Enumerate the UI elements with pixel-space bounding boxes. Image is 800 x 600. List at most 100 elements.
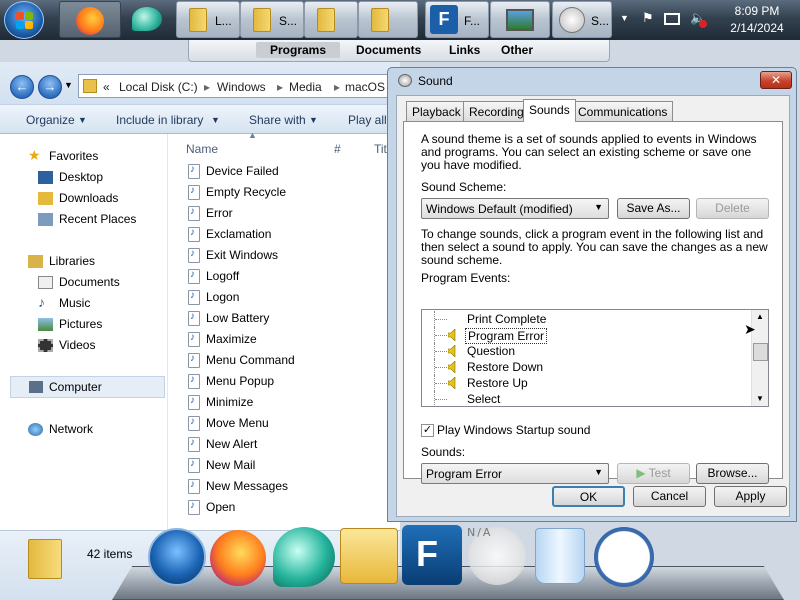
taskbar-button-explorer-3[interactable] [304, 1, 358, 38]
event-row[interactable]: Restore Up [422, 375, 752, 391]
dock-start-icon[interactable] [148, 528, 206, 586]
tab-communications[interactable]: Communications [572, 101, 674, 121]
apply-button[interactable]: Apply [714, 486, 787, 507]
nav-videos[interactable]: Videos [59, 338, 95, 352]
clock-time[interactable]: 8:09 PM [718, 4, 796, 18]
breadcrumb-macos[interactable]: macOS [345, 80, 385, 94]
sounds-select[interactable]: Program Error ▼ [421, 463, 609, 484]
tab-other[interactable]: Other [501, 43, 533, 57]
taskbar-button-explorer-2[interactable]: S... [240, 1, 304, 38]
cancel-button[interactable]: Cancel [633, 486, 706, 507]
program-events-list[interactable]: Print Complete Program Error Question Resto… [421, 309, 769, 407]
column-header-title[interactable]: Tit [374, 142, 387, 156]
test-label: Test [648, 466, 671, 480]
file-row[interactable]: Minimize [188, 392, 388, 413]
event-row[interactable]: Question [422, 343, 752, 359]
network-icon[interactable] [664, 13, 680, 25]
recent-pages-chevron-icon[interactable]: ▼ [64, 80, 73, 90]
breadcrumb-prefix[interactable]: « [103, 80, 110, 94]
startup-sound-label[interactable]: Play Windows Startup sound [437, 424, 787, 437]
test-button[interactable]: ▶ Test [617, 463, 690, 484]
back-button[interactable]: ← [10, 75, 34, 99]
include-in-library-button[interactable]: Include in library [116, 113, 203, 127]
column-header-number[interactable]: # [334, 142, 341, 156]
chevron-down-icon[interactable]: ▼ [620, 13, 634, 27]
file-row[interactable]: Menu Command [188, 350, 388, 371]
taskbar-button-filezilla[interactable]: F F... [425, 1, 489, 38]
taskbar-button-explorer-4[interactable] [358, 1, 418, 38]
nav-computer-highlight[interactable]: Computer [10, 376, 165, 398]
nav-recent-places[interactable]: Recent Places [59, 212, 136, 226]
sound-scheme-select[interactable]: Windows Default (modified) ▼ [421, 198, 609, 219]
dock-firefox-icon[interactable] [210, 530, 266, 586]
flag-icon[interactable]: ⚑ [642, 10, 656, 25]
nav-pictures[interactable]: Pictures [59, 317, 102, 331]
organize-button[interactable]: Organize [26, 113, 75, 127]
scroll-up-icon[interactable]: ▲ [756, 312, 764, 321]
breadcrumb-windows[interactable]: Windows [217, 80, 266, 94]
dock-filezilla-icon[interactable]: F [402, 525, 462, 585]
column-header-name[interactable]: Name [186, 142, 218, 156]
forward-button[interactable]: → [38, 75, 62, 99]
tab-playback[interactable]: Playback [406, 101, 467, 121]
nav-favorites[interactable]: Favorites [49, 149, 98, 163]
file-row[interactable]: Device Failed [188, 161, 388, 182]
save-as-button[interactable]: Save As... [617, 198, 690, 219]
nav-music[interactable]: Music [59, 296, 90, 310]
music-icon: ♪ [38, 294, 45, 310]
breadcrumb-media[interactable]: Media [289, 80, 322, 94]
file-row[interactable]: Logon [188, 287, 388, 308]
address-bar[interactable]: « Local Disk (C:) ▸ Windows ▸ Media ▸ ma… [78, 74, 396, 98]
file-row[interactable]: Exit Windows [188, 245, 388, 266]
tab-links[interactable]: Links [449, 43, 480, 57]
tab-recording[interactable]: Recording [463, 101, 530, 121]
nav-desktop[interactable]: Desktop [59, 170, 103, 184]
scrollbar-thumb[interactable] [753, 343, 768, 361]
nav-downloads[interactable]: Downloads [59, 191, 118, 205]
tab-documents[interactable]: Documents [356, 43, 421, 57]
dock-clock-icon[interactable] [594, 527, 654, 587]
startup-sound-checkbox[interactable]: ✓ [421, 424, 434, 437]
browse-button[interactable]: Browse... [696, 463, 769, 484]
ok-button[interactable]: OK [552, 486, 625, 507]
scroll-down-icon[interactable]: ▼ [756, 394, 764, 403]
event-row[interactable]: Restore Down [422, 359, 752, 375]
computer-icon [29, 381, 43, 393]
app-teal-icon[interactable] [132, 7, 162, 31]
tab-sounds[interactable]: Sounds [523, 99, 576, 122]
start-button[interactable] [4, 1, 44, 39]
play-all-button[interactable]: Play all [348, 113, 387, 127]
file-row[interactable]: Low Battery [188, 308, 388, 329]
close-button[interactable]: ✕ [760, 71, 792, 89]
file-row[interactable]: New Alert [188, 434, 388, 455]
nav-libraries[interactable]: Libraries [49, 254, 95, 268]
taskbar-firefox-button[interactable] [59, 1, 121, 38]
file-row[interactable]: New Messages [188, 476, 388, 497]
file-row[interactable]: Empty Recycle [188, 182, 388, 203]
file-row[interactable]: Move Menu [188, 413, 388, 434]
file-row[interactable]: Exclamation [188, 224, 388, 245]
event-row[interactable]: Program Error [422, 327, 752, 344]
taskbar-button-explorer-1[interactable]: L... [176, 1, 240, 38]
tab-programs[interactable]: Programs [256, 42, 340, 58]
nav-documents[interactable]: Documents [59, 275, 120, 289]
file-row[interactable]: Maximize [188, 329, 388, 350]
nav-network[interactable]: Network [49, 422, 93, 436]
file-row[interactable]: New Mail [188, 455, 388, 476]
breadcrumb-local-disk[interactable]: Local Disk (C:) [119, 80, 198, 94]
event-row[interactable]: Print Complete [422, 311, 752, 327]
file-row[interactable]: Menu Popup [188, 371, 388, 392]
taskbar-button-display[interactable] [490, 1, 550, 38]
event-row[interactable]: Select [422, 391, 752, 406]
share-with-button[interactable]: Share with [249, 113, 306, 127]
delete-button[interactable]: Delete [696, 198, 769, 219]
dock-explorer-icon[interactable] [340, 528, 398, 584]
clock-date[interactable]: 2/14/2024 [718, 21, 796, 35]
dock-teal-app-icon[interactable] [273, 527, 335, 587]
speaker-icon [447, 328, 458, 342]
dock-recycle-bin-icon[interactable] [535, 528, 585, 584]
file-row[interactable]: Open [188, 497, 388, 518]
file-row[interactable]: Logoff [188, 266, 388, 287]
file-row[interactable]: Error [188, 203, 388, 224]
taskbar-button-sound[interactable]: S... [552, 1, 612, 38]
